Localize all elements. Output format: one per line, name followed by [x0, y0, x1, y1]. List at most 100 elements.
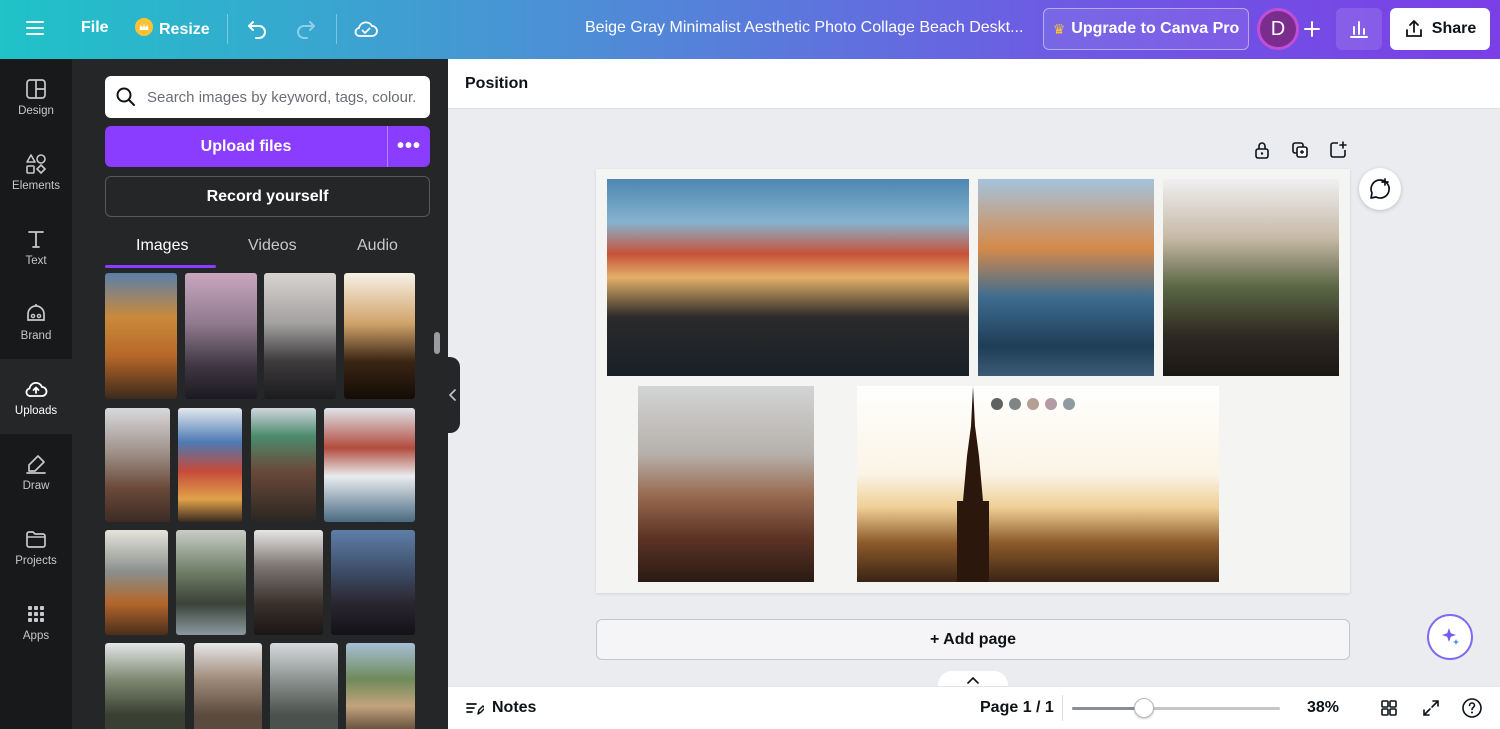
- uploaded-image-thumbnail[interactable]: [331, 530, 415, 635]
- canvas-photo-rooftops[interactable]: [638, 386, 814, 582]
- insights-button[interactable]: [1336, 8, 1382, 50]
- uploaded-image-thumbnail[interactable]: [178, 408, 242, 522]
- duplicate-page-icon[interactable]: [1290, 140, 1310, 160]
- record-yourself-button[interactable]: Record yourself: [105, 176, 430, 217]
- add-comment-button[interactable]: [1359, 168, 1401, 210]
- upload-files-button[interactable]: Upload files: [105, 126, 388, 167]
- uploaded-image-thumbnail[interactable]: [264, 273, 336, 399]
- uploaded-image-thumbnail[interactable]: [105, 530, 168, 635]
- share-icon: [1405, 20, 1422, 37]
- notes-button[interactable]: Notes: [464, 698, 536, 718]
- tab-videos[interactable]: Videos: [248, 237, 297, 255]
- palette-swatch[interactable]: [991, 398, 1003, 410]
- rail-item-label: Design: [18, 104, 54, 117]
- chevron-up-icon: [967, 676, 979, 684]
- rail-item-label: Elements: [12, 179, 60, 192]
- palette-swatch[interactable]: [1009, 398, 1021, 410]
- panel-scrollbar[interactable]: [434, 332, 440, 354]
- bottom-bar: Notes Page 1 / 1 38%: [448, 686, 1500, 729]
- expand-icon: [1423, 700, 1439, 716]
- grid-view-icon: [1381, 700, 1397, 716]
- canvas-photo-spire[interactable]: [857, 386, 1219, 582]
- brand-icon: [27, 303, 45, 321]
- help-icon: [1462, 698, 1482, 718]
- canvas-photo-harbour[interactable]: [607, 179, 969, 376]
- uploaded-image-thumbnail[interactable]: [176, 530, 246, 635]
- rail-item-projects[interactable]: Projects: [0, 509, 72, 584]
- fullscreen-button[interactable]: [1420, 697, 1442, 719]
- design-icon: [26, 78, 46, 99]
- toolbar-divider: [227, 14, 228, 44]
- bar-chart-icon: [1350, 21, 1368, 38]
- rail-item-text[interactable]: Text: [0, 209, 72, 284]
- palette-swatch[interactable]: [1063, 398, 1075, 410]
- uploaded-image-thumbnail[interactable]: [185, 273, 257, 399]
- plus-icon: [1304, 21, 1320, 37]
- cloud-save-status[interactable]: [353, 16, 379, 42]
- color-palette: [991, 398, 1075, 410]
- grid-view-button[interactable]: [1378, 697, 1400, 719]
- media-tabs: Images Videos Audio: [105, 227, 430, 269]
- lock-icon[interactable]: [1252, 140, 1272, 160]
- uploaded-image-thumbnail[interactable]: [105, 408, 170, 522]
- canvas-photo-canal[interactable]: [978, 179, 1154, 376]
- add-page-button[interactable]: + Add page: [596, 619, 1350, 660]
- redo-icon: [297, 21, 315, 39]
- share-label: Share: [1431, 20, 1477, 37]
- file-menu-button[interactable]: File: [81, 19, 109, 37]
- add-collaborator-button[interactable]: [1294, 8, 1330, 50]
- menu-icon[interactable]: [24, 17, 46, 39]
- search-input[interactable]: [147, 88, 417, 106]
- palette-swatch[interactable]: [1045, 398, 1057, 410]
- uploaded-image-thumbnail[interactable]: [105, 643, 185, 729]
- add-page-icon[interactable]: [1328, 140, 1348, 160]
- page-indicator[interactable]: Page 1 / 1: [980, 699, 1054, 717]
- rail-item-elements[interactable]: Elements: [0, 134, 72, 209]
- rail-item-label: Apps: [22, 629, 50, 642]
- rail-item-brand[interactable]: Brand: [0, 284, 72, 359]
- notes-icon: [466, 703, 484, 715]
- rail-item-label: Brand: [20, 329, 52, 342]
- rail-item-uploads[interactable]: Uploads: [0, 359, 72, 434]
- document-title[interactable]: Beige Gray Minimalist Aesthetic Photo Co…: [585, 19, 1025, 37]
- uploaded-image-thumbnail[interactable]: [194, 643, 262, 729]
- rail-item-label: Projects: [15, 554, 57, 567]
- redo-button[interactable]: [294, 17, 318, 41]
- uploaded-image-thumbnail[interactable]: [346, 643, 415, 729]
- text-icon: [28, 230, 44, 248]
- upgrade-button[interactable]: ♛ Upgrade to Canva Pro: [1043, 8, 1249, 50]
- rail-item-apps[interactable]: Apps: [0, 584, 72, 659]
- page-tools: [1252, 140, 1348, 160]
- share-button[interactable]: Share: [1390, 8, 1490, 50]
- uploaded-image-thumbnail[interactable]: [105, 273, 177, 399]
- uploaded-image-thumbnail[interactable]: [270, 643, 338, 729]
- upload-more-options-button[interactable]: •••: [388, 126, 430, 167]
- bottom-divider: [1062, 695, 1063, 721]
- tab-audio[interactable]: Audio: [357, 237, 398, 255]
- zoom-slider[interactable]: [1072, 698, 1280, 718]
- cloud-upload-icon: [25, 381, 48, 397]
- undo-button[interactable]: [245, 17, 269, 41]
- rail-item-label: Text: [25, 254, 47, 267]
- search-box[interactable]: [105, 76, 430, 118]
- zoom-level[interactable]: 38%: [1307, 699, 1339, 717]
- tab-images[interactable]: Images: [136, 237, 188, 255]
- uploaded-image-thumbnail[interactable]: [254, 530, 323, 635]
- rail-item-design[interactable]: Design: [0, 59, 72, 134]
- magic-assistant-button[interactable]: [1427, 614, 1473, 660]
- uploaded-image-thumbnail[interactable]: [251, 408, 316, 522]
- help-button[interactable]: [1461, 697, 1483, 719]
- resize-button[interactable]: Resize: [135, 18, 210, 41]
- rail-item-draw[interactable]: Draw: [0, 434, 72, 509]
- crown-icon: ♛: [1052, 20, 1066, 37]
- uploaded-image-thumbnail[interactable]: [324, 408, 415, 522]
- elements-icon: [26, 153, 47, 174]
- collapse-panel-button[interactable]: [446, 357, 460, 433]
- zoom-slider-handle[interactable]: [1134, 698, 1154, 718]
- canvas-photo-street[interactable]: [1163, 179, 1339, 376]
- palette-swatch[interactable]: [1027, 398, 1039, 410]
- chevron-left-icon: [449, 389, 456, 401]
- uploaded-image-thumbnail[interactable]: [344, 273, 415, 399]
- position-button[interactable]: Position: [465, 75, 528, 93]
- avatar[interactable]: D: [1257, 8, 1299, 50]
